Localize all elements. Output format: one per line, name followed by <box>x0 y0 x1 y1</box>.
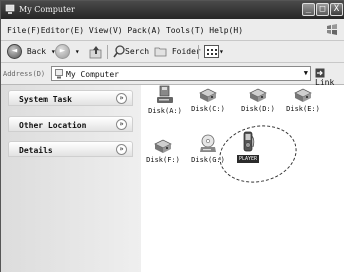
folders-label: Foider <box>171 47 201 56</box>
computer-icon <box>55 69 63 79</box>
drive-label: Disk(F:) <box>146 156 180 164</box>
back-label: Back <box>26 47 47 56</box>
address-bar: Address(D) My Computer ▼ Link <box>1 63 344 87</box>
views-grid-icon <box>204 45 219 58</box>
task-sidebar: System Task » Other Location » Details » <box>1 85 141 272</box>
forward-dropdown-icon[interactable]: ▾ <box>75 47 80 56</box>
hard-drive-icon <box>154 139 172 153</box>
expand-chevron-icon[interactable]: » <box>116 119 127 130</box>
drive-item[interactable]: Disk(F:) <box>143 138 183 164</box>
expand-chevron-icon[interactable]: » <box>116 93 127 104</box>
other-location-panel[interactable]: Other Location » <box>8 116 133 132</box>
hard-drive-icon <box>294 88 312 102</box>
toolbar-separator <box>198 45 199 59</box>
hard-drive-icon <box>249 88 267 102</box>
title-bar[interactable]: My Computer _ □ X <box>1 1 344 19</box>
search-label: Serch <box>125 47 150 56</box>
search-button[interactable]: Serch <box>113 44 149 60</box>
drive-item[interactable]: Disk(D:) <box>238 87 278 113</box>
my-computer-window: My Computer _ □ X File(F)Editor(E) View(… <box>0 0 344 272</box>
toolbar: ◄ Back ▾ ► ▾ Serch Foider ▾ <box>1 41 344 63</box>
search-magnifier-icon <box>113 45 125 58</box>
maximize-button[interactable]: □ <box>316 3 329 16</box>
folder-icon <box>154 47 167 57</box>
drive-item[interactable]: Disk(E:) <box>283 87 323 113</box>
forward-button[interactable]: ► ▾ <box>55 44 80 60</box>
drive-item[interactable]: Disk(C:) <box>188 87 228 113</box>
expand-chevron-icon[interactable]: » <box>116 144 127 155</box>
panel-title: System Task <box>19 95 72 104</box>
floppy-drive-icon <box>157 85 173 103</box>
drive-item[interactable]: Disk(A:) <box>147 85 183 115</box>
panel-title: Other Location <box>19 121 87 130</box>
drive-label: Disk(E:) <box>286 105 320 113</box>
windows-flag-icon <box>327 24 337 35</box>
address-dropdown-icon[interactable]: ▼ <box>304 69 308 77</box>
up-folder-icon <box>89 45 102 58</box>
views-dropdown-icon: ▾ <box>219 47 224 56</box>
menu-bar: File(F)Editor(E) View(V) Pack(A) Tools(T… <box>1 19 344 41</box>
back-arrow-icon: ◄ <box>7 44 22 59</box>
address-field[interactable]: My Computer ▼ <box>51 66 311 81</box>
system-task-panel[interactable]: System Task » <box>8 90 133 106</box>
cd-drive-icon <box>200 134 216 152</box>
views-button[interactable]: ▾ <box>204 44 224 60</box>
window-title: My Computer <box>19 5 75 14</box>
folders-button[interactable]: Foider <box>154 44 201 60</box>
hard-drive-icon <box>199 88 217 102</box>
back-button[interactable]: ◄ Back ▾ <box>7 44 56 60</box>
details-panel[interactable]: Details » <box>8 141 133 157</box>
computer-icon <box>5 4 15 14</box>
panel-title: Details <box>19 146 53 155</box>
go-arrow-icon <box>315 68 325 78</box>
toolbar-separator <box>107 45 108 59</box>
address-value: My Computer <box>66 70 119 79</box>
close-button[interactable]: X <box>330 3 343 16</box>
minimize-button[interactable]: _ <box>302 3 315 16</box>
drive-label: Disk(A:) <box>148 107 182 115</box>
up-folder-button[interactable] <box>89 44 103 60</box>
drive-label: Disk(D:) <box>241 105 275 113</box>
forward-arrow-icon: ► <box>55 44 70 59</box>
drive-label: Disk(C:) <box>191 105 225 113</box>
menu-items[interactable]: File(F)Editor(E) View(V) Pack(A) Tools(T… <box>7 26 243 35</box>
address-label: Address(D) <box>3 70 46 78</box>
